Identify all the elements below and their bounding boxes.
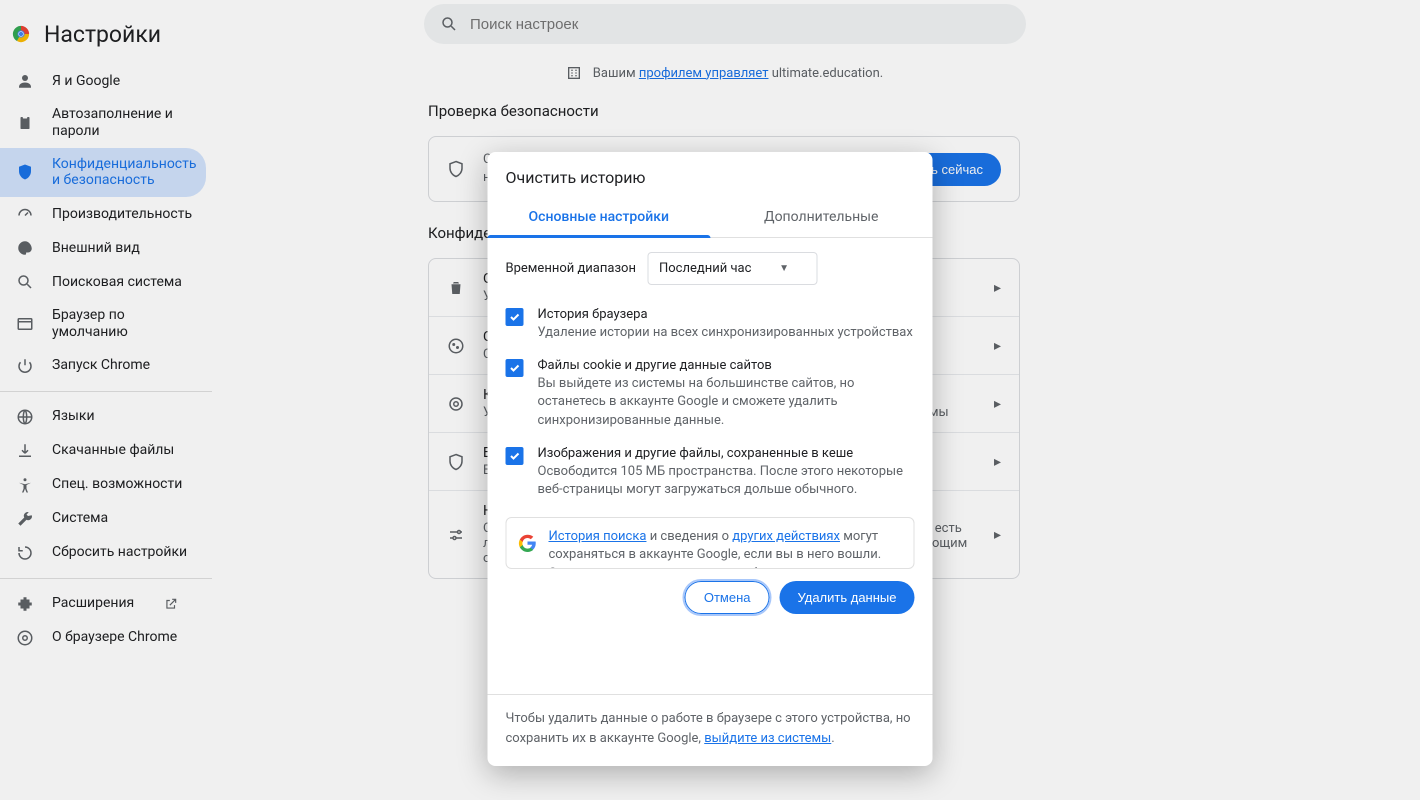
checkbox-cookies[interactable] — [506, 359, 524, 377]
chevron-down-icon: ▼ — [779, 263, 789, 274]
google-info-box: История поиска и сведения о других дейст… — [506, 517, 915, 569]
tab-advanced[interactable]: Дополнительные — [710, 197, 933, 237]
dialog-footer-note: Чтобы удалить данные о работе в браузере… — [488, 694, 933, 766]
clear-history-dialog: Очистить историю Основные настройки Допо… — [488, 152, 933, 766]
google-icon — [519, 534, 537, 552]
other-activity-link[interactable]: других действиях — [732, 529, 840, 544]
delete-data-button[interactable]: Удалить данные — [780, 581, 915, 614]
sign-out-link[interactable]: выйдите из системы — [704, 731, 831, 746]
tab-basic[interactable]: Основные настройки — [488, 197, 711, 237]
checkbox-history[interactable] — [506, 308, 524, 326]
checkbox-cache[interactable] — [506, 447, 524, 465]
time-range-label: Временной диапазон — [506, 261, 636, 276]
dialog-title: Очистить историю — [488, 152, 933, 197]
cancel-button[interactable]: Отмена — [685, 581, 770, 614]
search-history-link[interactable]: История поиска — [549, 529, 647, 544]
time-range-select[interactable]: Последний час ▼ — [648, 252, 818, 285]
